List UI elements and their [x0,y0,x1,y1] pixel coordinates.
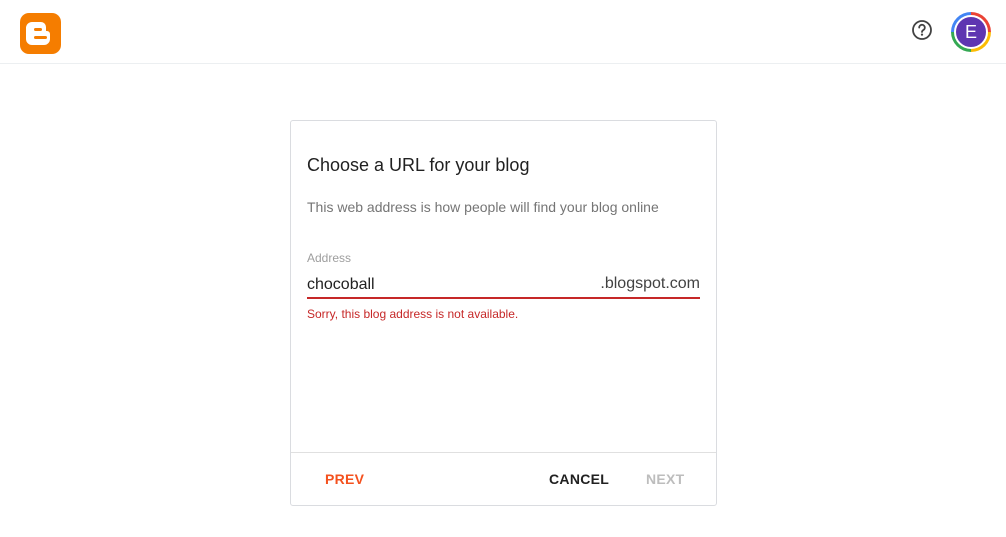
help-icon[interactable] [911,19,933,41]
address-label: Address [307,251,352,265]
address-input[interactable] [307,273,587,297]
dialog-subtitle: This web address is how people will find… [307,199,659,215]
avatar: E [954,15,988,49]
choose-url-dialog: Choose a URL for your blog This web addr… [290,120,717,506]
cancel-button[interactable]: CANCEL [549,465,609,493]
address-error-message: Sorry, this blog address is not availabl… [307,307,519,321]
dialog-footer-divider [291,452,716,453]
domain-suffix: .blogspot.com [600,275,700,292]
account-avatar-button[interactable]: E [951,12,991,52]
prev-button[interactable]: PREV [325,465,364,493]
blogger-logo-icon[interactable] [20,13,61,54]
dialog-title: Choose a URL for your blog [307,155,530,175]
top-bar: E [0,0,1006,64]
address-input-underline [307,297,700,299]
next-button[interactable]: NEXT [646,465,685,493]
